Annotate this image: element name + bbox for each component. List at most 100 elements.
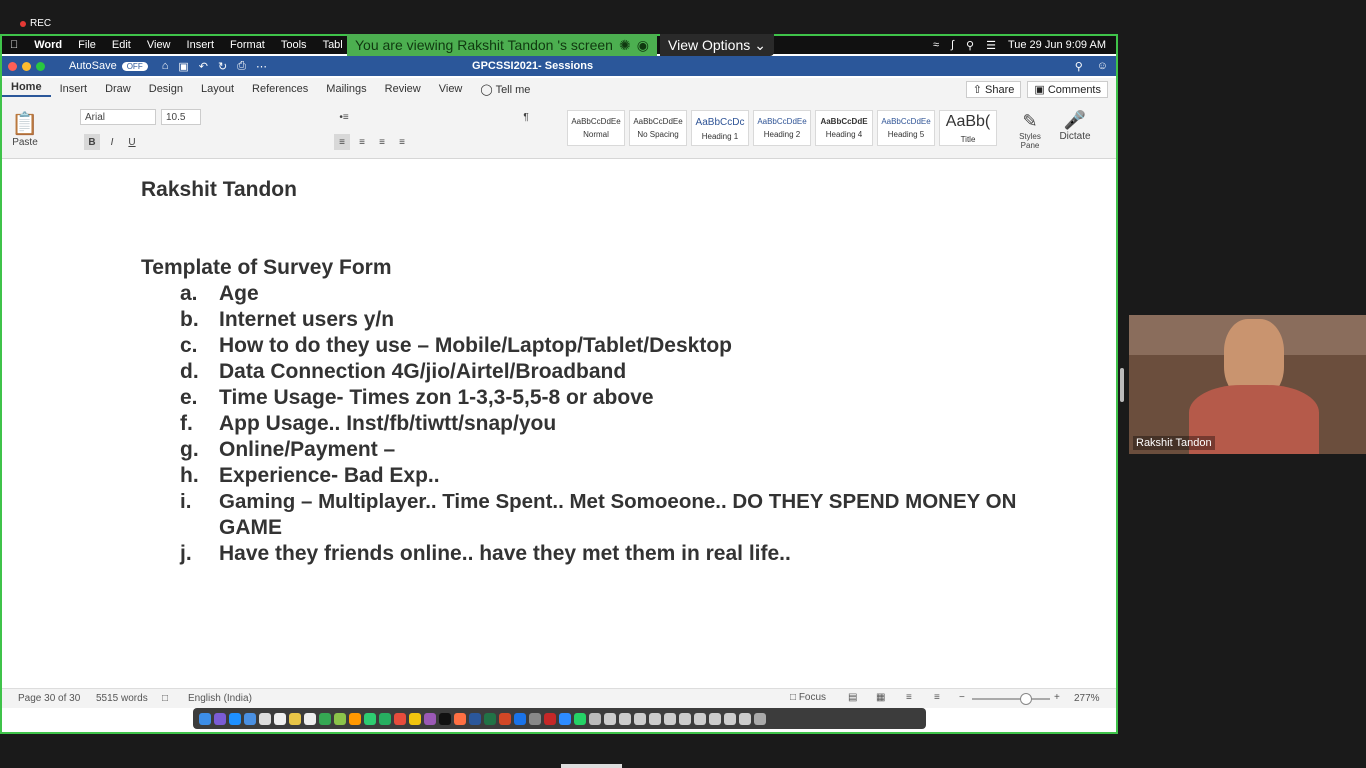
mail-icon[interactable] — [244, 712, 256, 725]
outline-icon[interactable]: ≡ — [906, 692, 912, 703]
focus-button[interactable]: □ Focus — [790, 692, 826, 703]
tab-tell-me[interactable]: ◯ Tell me — [471, 83, 539, 96]
zoom-in-icon[interactable]: + — [1054, 692, 1060, 703]
tab-insert[interactable]: Insert — [51, 83, 97, 95]
menu-insert[interactable]: Insert — [179, 39, 223, 51]
books-icon[interactable] — [454, 712, 466, 725]
document-icon[interactable] — [619, 712, 631, 725]
word-count[interactable]: 5515 words — [96, 693, 148, 704]
tab-draw[interactable]: Draw — [96, 83, 140, 95]
wifi-icon[interactable]: ≈ — [933, 39, 939, 51]
save-icon[interactable]: ▣ — [178, 60, 188, 73]
paste-button[interactable]: 📋 Paste — [10, 106, 40, 152]
system-preferences-icon[interactable] — [529, 712, 541, 725]
document-icon[interactable] — [664, 712, 676, 725]
word-icon[interactable] — [469, 712, 481, 725]
home-icon[interactable]: ⌂ — [162, 60, 169, 72]
document-icon[interactable] — [679, 712, 691, 725]
music-icon[interactable] — [394, 712, 406, 725]
style-heading-4[interactable]: AaBbCcDdE Heading 4 — [815, 110, 873, 146]
align-center-icon[interactable]: ≡ — [354, 134, 370, 150]
minimize-window-icon[interactable] — [22, 61, 31, 71]
preview-icon[interactable] — [589, 712, 601, 725]
font-size-select[interactable]: 10.5 — [161, 109, 201, 125]
style-title[interactable]: AaBb(Title — [939, 110, 997, 146]
print-layout-icon[interactable]: ▤ — [848, 692, 857, 703]
style-normal[interactable]: AaBbCcDdEe Normal — [567, 110, 625, 146]
whatsapp-icon[interactable] — [574, 712, 586, 725]
align-left-icon[interactable]: ≡ — [334, 134, 350, 150]
document-icon[interactable] — [739, 712, 751, 725]
siri-icon[interactable] — [214, 712, 226, 725]
share-button[interactable]: ⇧ Share — [965, 80, 1022, 98]
finder-icon[interactable] — [199, 712, 211, 725]
font-family-select[interactable]: Arial — [80, 109, 156, 125]
underline-button[interactable]: U — [124, 134, 140, 150]
excel-icon[interactable] — [484, 712, 496, 725]
tab-layout[interactable]: Layout — [192, 83, 243, 95]
tab-review[interactable]: Review — [376, 83, 430, 95]
chrome-icon[interactable] — [319, 712, 331, 725]
pilcrow-icon[interactable]: ¶ — [518, 109, 534, 125]
menu-table[interactable]: Tabl — [315, 39, 351, 51]
web-layout-icon[interactable]: ▦ — [876, 692, 885, 703]
maps-icon[interactable] — [334, 712, 346, 725]
style-heading-5[interactable]: AaBbCcDdEe Heading 5 — [877, 110, 935, 146]
facetime-icon[interactable] — [379, 712, 391, 725]
zoom-toolbar-handle[interactable] — [561, 764, 622, 768]
smiley-icon[interactable]: ☺ — [1097, 60, 1108, 72]
panel-scrollbar[interactable] — [1120, 368, 1124, 402]
calendar-icon[interactable] — [274, 712, 286, 725]
contacts-icon[interactable] — [259, 712, 271, 725]
close-window-icon[interactable] — [8, 61, 17, 71]
tab-view[interactable]: View — [430, 83, 472, 95]
more-icon[interactable]: ⋯ — [256, 60, 267, 73]
search-icon[interactable]: ⚲ — [1075, 60, 1083, 73]
tab-home[interactable]: Home — [2, 81, 51, 97]
tab-references[interactable]: References — [243, 83, 317, 95]
document-icon[interactable] — [634, 712, 646, 725]
style-heading-2[interactable]: AaBbCcDdEe Heading 2 — [753, 110, 811, 146]
tab-design[interactable]: Design — [140, 83, 192, 95]
undo-icon[interactable]: ↶ — [199, 60, 208, 73]
print-icon[interactable]: ⎙ — [237, 60, 246, 73]
powerpoint-icon[interactable] — [499, 712, 511, 725]
pin-icon[interactable]: ✺ — [619, 37, 631, 54]
italic-button[interactable]: I — [104, 134, 120, 150]
messages-icon[interactable] — [364, 712, 376, 725]
menu-edit[interactable]: Edit — [104, 39, 139, 51]
menu-tools[interactable]: Tools — [273, 39, 315, 51]
notes-icon[interactable] — [289, 712, 301, 725]
styles-pane-button[interactable]: ✎ Styles Pane — [1012, 106, 1048, 154]
document-icon[interactable] — [694, 712, 706, 725]
tv-icon[interactable] — [439, 712, 451, 725]
zoom-slider[interactable] — [972, 698, 1050, 700]
zoom-out-icon[interactable]: − — [959, 692, 965, 703]
reminders-icon[interactable] — [304, 712, 316, 725]
justify-icon[interactable]: ≡ — [394, 134, 410, 150]
menubar-clock[interactable]: Tue 29 Jun 9:09 AM — [1008, 39, 1106, 51]
zoom-slider-handle[interactable] — [1020, 693, 1032, 705]
participant-video[interactable]: Rakshit Tandon — [1129, 315, 1366, 454]
stickies-icon[interactable] — [409, 712, 421, 725]
menu-view[interactable]: View — [139, 39, 179, 51]
app-store-icon[interactable] — [514, 712, 526, 725]
menu-file[interactable]: File — [70, 39, 104, 51]
zoom-percent[interactable]: 277% — [1074, 693, 1100, 704]
redo-icon[interactable]: ↻ — [218, 60, 227, 73]
comments-button[interactable]: ▣ Comments — [1027, 80, 1108, 98]
control-center-icon[interactable]: ☰ — [986, 39, 996, 52]
document-icon[interactable] — [649, 712, 661, 725]
style-heading-1[interactable]: AaBbCcDc Heading 1 — [691, 110, 749, 146]
acrobat-icon[interactable] — [544, 712, 556, 725]
dictate-button[interactable]: 🎤 Dictate — [1057, 106, 1093, 146]
language[interactable]: English (India) — [188, 693, 252, 704]
photos-icon[interactable] — [349, 712, 361, 725]
view-options-button[interactable]: View Options ⌄ — [660, 34, 774, 56]
search-icon[interactable]: ⚲ — [966, 39, 974, 52]
bold-button[interactable]: B — [84, 134, 100, 150]
apple-icon[interactable]:  — [2, 39, 26, 51]
document-icon[interactable] — [604, 712, 616, 725]
menu-format[interactable]: Format — [222, 39, 273, 51]
document-icon[interactable] — [724, 712, 736, 725]
